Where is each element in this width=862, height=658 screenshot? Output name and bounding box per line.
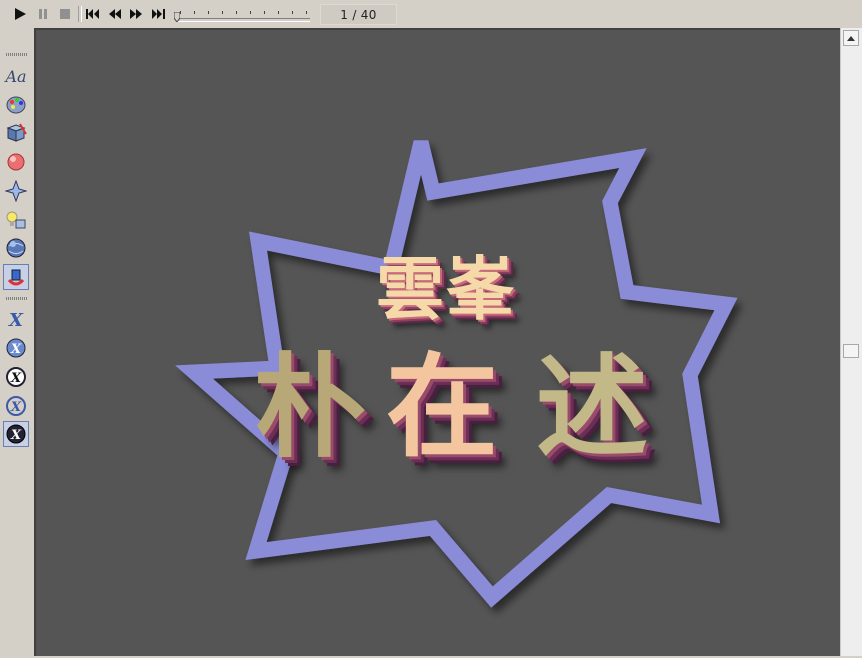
- palette-icon: [6, 96, 26, 114]
- slider-tick: [306, 11, 307, 14]
- slider-tick: [278, 11, 279, 14]
- toolbar-grip[interactable]: [6, 53, 28, 56]
- text-style-label: Aa: [5, 66, 27, 86]
- x-circle-icon: X: [6, 338, 26, 358]
- next-frame-icon: [130, 9, 142, 19]
- slider-tick: [264, 11, 265, 14]
- sphere-button[interactable]: [3, 149, 29, 175]
- scroll-up-button[interactable]: [843, 30, 859, 46]
- x-ring-icon: X: [6, 396, 26, 416]
- x-dark-circle-icon: X: [6, 424, 26, 444]
- first-frame-button[interactable]: [84, 5, 101, 23]
- play-button[interactable]: [11, 5, 28, 23]
- previous-frame-button[interactable]: [106, 5, 123, 23]
- slider-track: [176, 18, 310, 22]
- title-big-char-3: 述: [536, 342, 648, 473]
- lighting-button[interactable]: [3, 207, 29, 233]
- scrollbar-thumb[interactable]: [843, 344, 859, 358]
- previous-frame-icon: [109, 9, 121, 19]
- title-text-group: 雲 峯 朴 在 述: [36, 30, 842, 658]
- x-tool-2-button[interactable]: X: [3, 335, 29, 361]
- texture-cube-button[interactable]: [3, 120, 29, 146]
- stop-button[interactable]: [56, 5, 73, 23]
- texture-cube-icon: [6, 123, 27, 142]
- svg-text:X: X: [10, 428, 22, 443]
- slider-tick: [292, 11, 293, 14]
- chevron-up-icon: [847, 36, 855, 41]
- stop-icon: [59, 9, 70, 19]
- toolbar-grip[interactable]: [6, 297, 28, 300]
- palette-button[interactable]: [3, 91, 29, 117]
- slider-thumb[interactable]: [174, 12, 180, 22]
- x-tool-1-button[interactable]: X: [3, 306, 29, 332]
- title-big-char-1: 朴: [254, 342, 366, 473]
- x-tool-icon: X: [8, 310, 24, 330]
- frame-counter: 1 / 40: [320, 4, 397, 25]
- text-style-button[interactable]: Aa: [3, 63, 29, 89]
- object-3d-icon: [7, 269, 25, 286]
- left-tool-panel: Aa X X X X X: [0, 28, 34, 656]
- pause-icon: [38, 9, 47, 19]
- play-icon: [14, 8, 26, 20]
- svg-text:X: X: [10, 342, 22, 357]
- vertical-scrollbar[interactable]: [840, 28, 862, 656]
- title-small-char-2: 峯: [446, 250, 515, 330]
- object-3d-button[interactable]: [3, 264, 29, 290]
- x-tool-4-button[interactable]: X: [3, 393, 29, 419]
- globe-icon: [6, 238, 26, 258]
- sphere-icon: [7, 153, 25, 171]
- slider-tick: [208, 11, 209, 14]
- toolbar-separator: [78, 6, 82, 22]
- playback-toolbar: 1 / 40: [0, 0, 862, 28]
- svg-text:X: X: [10, 371, 22, 386]
- first-frame-icon: [86, 9, 99, 19]
- preview-canvas[interactable]: 雲 峯 朴 在 述: [34, 28, 840, 656]
- frame-slider[interactable]: [174, 5, 316, 25]
- star-shape-button[interactable]: [3, 178, 29, 204]
- x-tool-5-button[interactable]: X: [3, 421, 29, 447]
- globe-button[interactable]: [3, 235, 29, 261]
- x-circle-outline-icon: X: [6, 367, 26, 387]
- x-tool-3-button[interactable]: X: [3, 364, 29, 390]
- last-frame-icon: [152, 9, 165, 19]
- slider-tick: [222, 11, 223, 14]
- slider-tick: [236, 11, 237, 14]
- slider-tick: [250, 11, 251, 14]
- last-frame-button[interactable]: [150, 5, 167, 23]
- slider-tick: [180, 11, 181, 14]
- title-small-char-1: 雲: [376, 250, 445, 330]
- light-bulb-icon: [6, 211, 26, 229]
- title-big-char-2: 在: [386, 342, 498, 473]
- svg-text:X: X: [10, 400, 22, 415]
- pause-button[interactable]: [34, 5, 51, 23]
- slider-tick: [194, 11, 195, 14]
- svg-text:X: X: [8, 310, 24, 330]
- next-frame-button[interactable]: [128, 5, 145, 23]
- star-shape-icon: [5, 180, 27, 202]
